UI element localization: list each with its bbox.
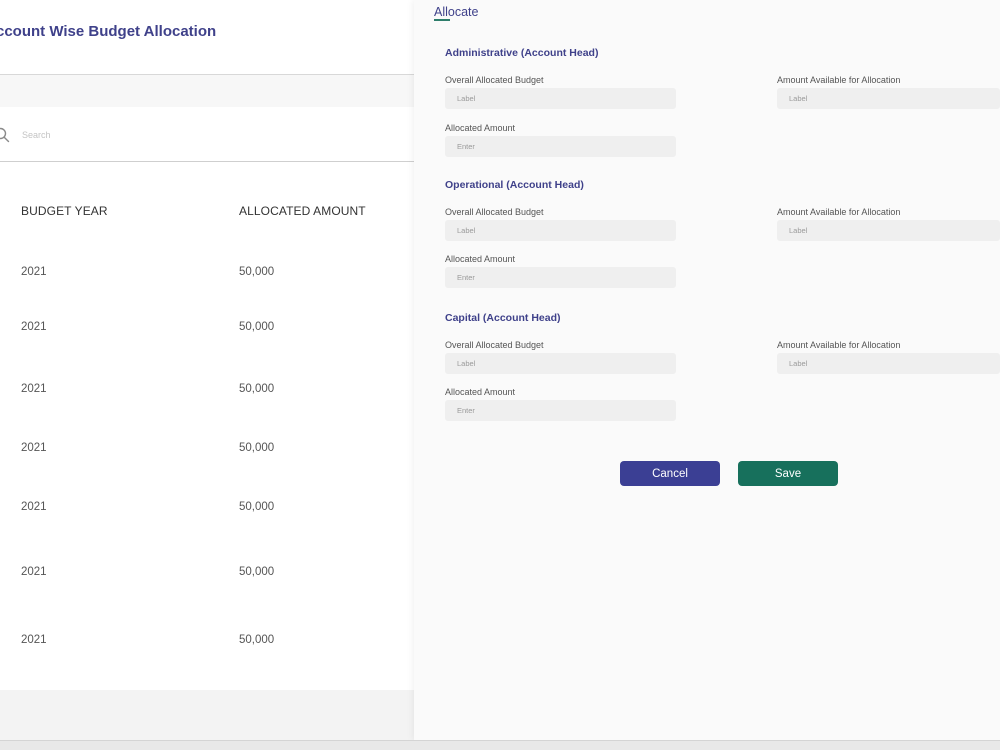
search-input[interactable] xyxy=(22,125,402,145)
allocated-amount-label: Allocated Amount xyxy=(445,387,516,397)
table-cell-amount: 50,000 xyxy=(239,501,275,513)
search-bar xyxy=(0,107,414,162)
search-icon[interactable] xyxy=(0,127,10,143)
table-cell-year: 2021 xyxy=(21,501,47,513)
table-cell-amount: 50,000 xyxy=(239,634,275,646)
operational-allocated-amount-input[interactable] xyxy=(445,267,676,288)
allocated-amount-label: Allocated Amount xyxy=(445,123,516,133)
overall-budget-label: Overall Allocated Budget xyxy=(445,340,544,350)
operational-available-amount-field[interactable] xyxy=(777,220,1000,241)
available-amount-label: Amount Available for Allocation xyxy=(777,207,901,217)
section-heading-administrative: Administrative (Account Head) xyxy=(445,47,599,59)
table-cell-amount: 50,000 xyxy=(239,383,275,395)
administrative-available-amount-field[interactable] xyxy=(777,88,1000,109)
table-cell-year: 2021 xyxy=(21,442,47,454)
table-cell-amount: 50,000 xyxy=(239,442,275,454)
save-button[interactable]: Save xyxy=(738,461,838,486)
table-cell-amount: 50,000 xyxy=(239,566,275,578)
table-cell-year: 2021 xyxy=(21,383,47,395)
budget-list-panel: ccount Wise Budget Allocation BUDGET YEA… xyxy=(0,0,414,740)
filter-band xyxy=(0,75,414,107)
section-heading-capital: Capital (Account Head) xyxy=(445,312,561,324)
section-heading-operational: Operational (Account Head) xyxy=(445,179,584,191)
table-footer xyxy=(0,690,414,740)
column-header-budget-year[interactable]: BUDGET YEAR xyxy=(21,204,108,218)
table-cell-year: 2021 xyxy=(21,634,47,646)
table-cell-year: 2021 xyxy=(21,321,47,333)
capital-available-amount-field[interactable] xyxy=(777,353,1000,374)
operational-overall-budget-field[interactable] xyxy=(445,220,676,241)
allocated-amount-label: Allocated Amount xyxy=(445,254,516,264)
overall-budget-label: Overall Allocated Budget xyxy=(445,75,544,85)
available-amount-label: Amount Available for Allocation xyxy=(777,75,901,85)
capital-allocated-amount-input[interactable] xyxy=(445,400,676,421)
column-header-allocated-amount[interactable]: ALLOCATED AMOUNT xyxy=(239,204,366,218)
table-cell-year: 2021 xyxy=(21,266,47,278)
table-cell-amount: 50,000 xyxy=(239,321,275,333)
administrative-overall-budget-field[interactable] xyxy=(445,88,676,109)
available-amount-label: Amount Available for Allocation xyxy=(777,340,901,350)
table-cell-amount: 50,000 xyxy=(239,266,275,278)
capital-overall-budget-field[interactable] xyxy=(445,353,676,374)
drawer-title: Allocate xyxy=(434,5,479,19)
table-cell-year: 2021 xyxy=(21,566,47,578)
administrative-allocated-amount-input[interactable] xyxy=(445,136,676,157)
cancel-button[interactable]: Cancel xyxy=(620,461,720,486)
drawer-title-underline xyxy=(434,19,450,21)
page-title: ccount Wise Budget Allocation xyxy=(0,23,217,40)
overall-budget-label: Overall Allocated Budget xyxy=(445,207,544,217)
window-bottom-edge xyxy=(0,740,1000,750)
allocate-drawer: Allocate Administrative (Account Head) O… xyxy=(414,0,1000,740)
